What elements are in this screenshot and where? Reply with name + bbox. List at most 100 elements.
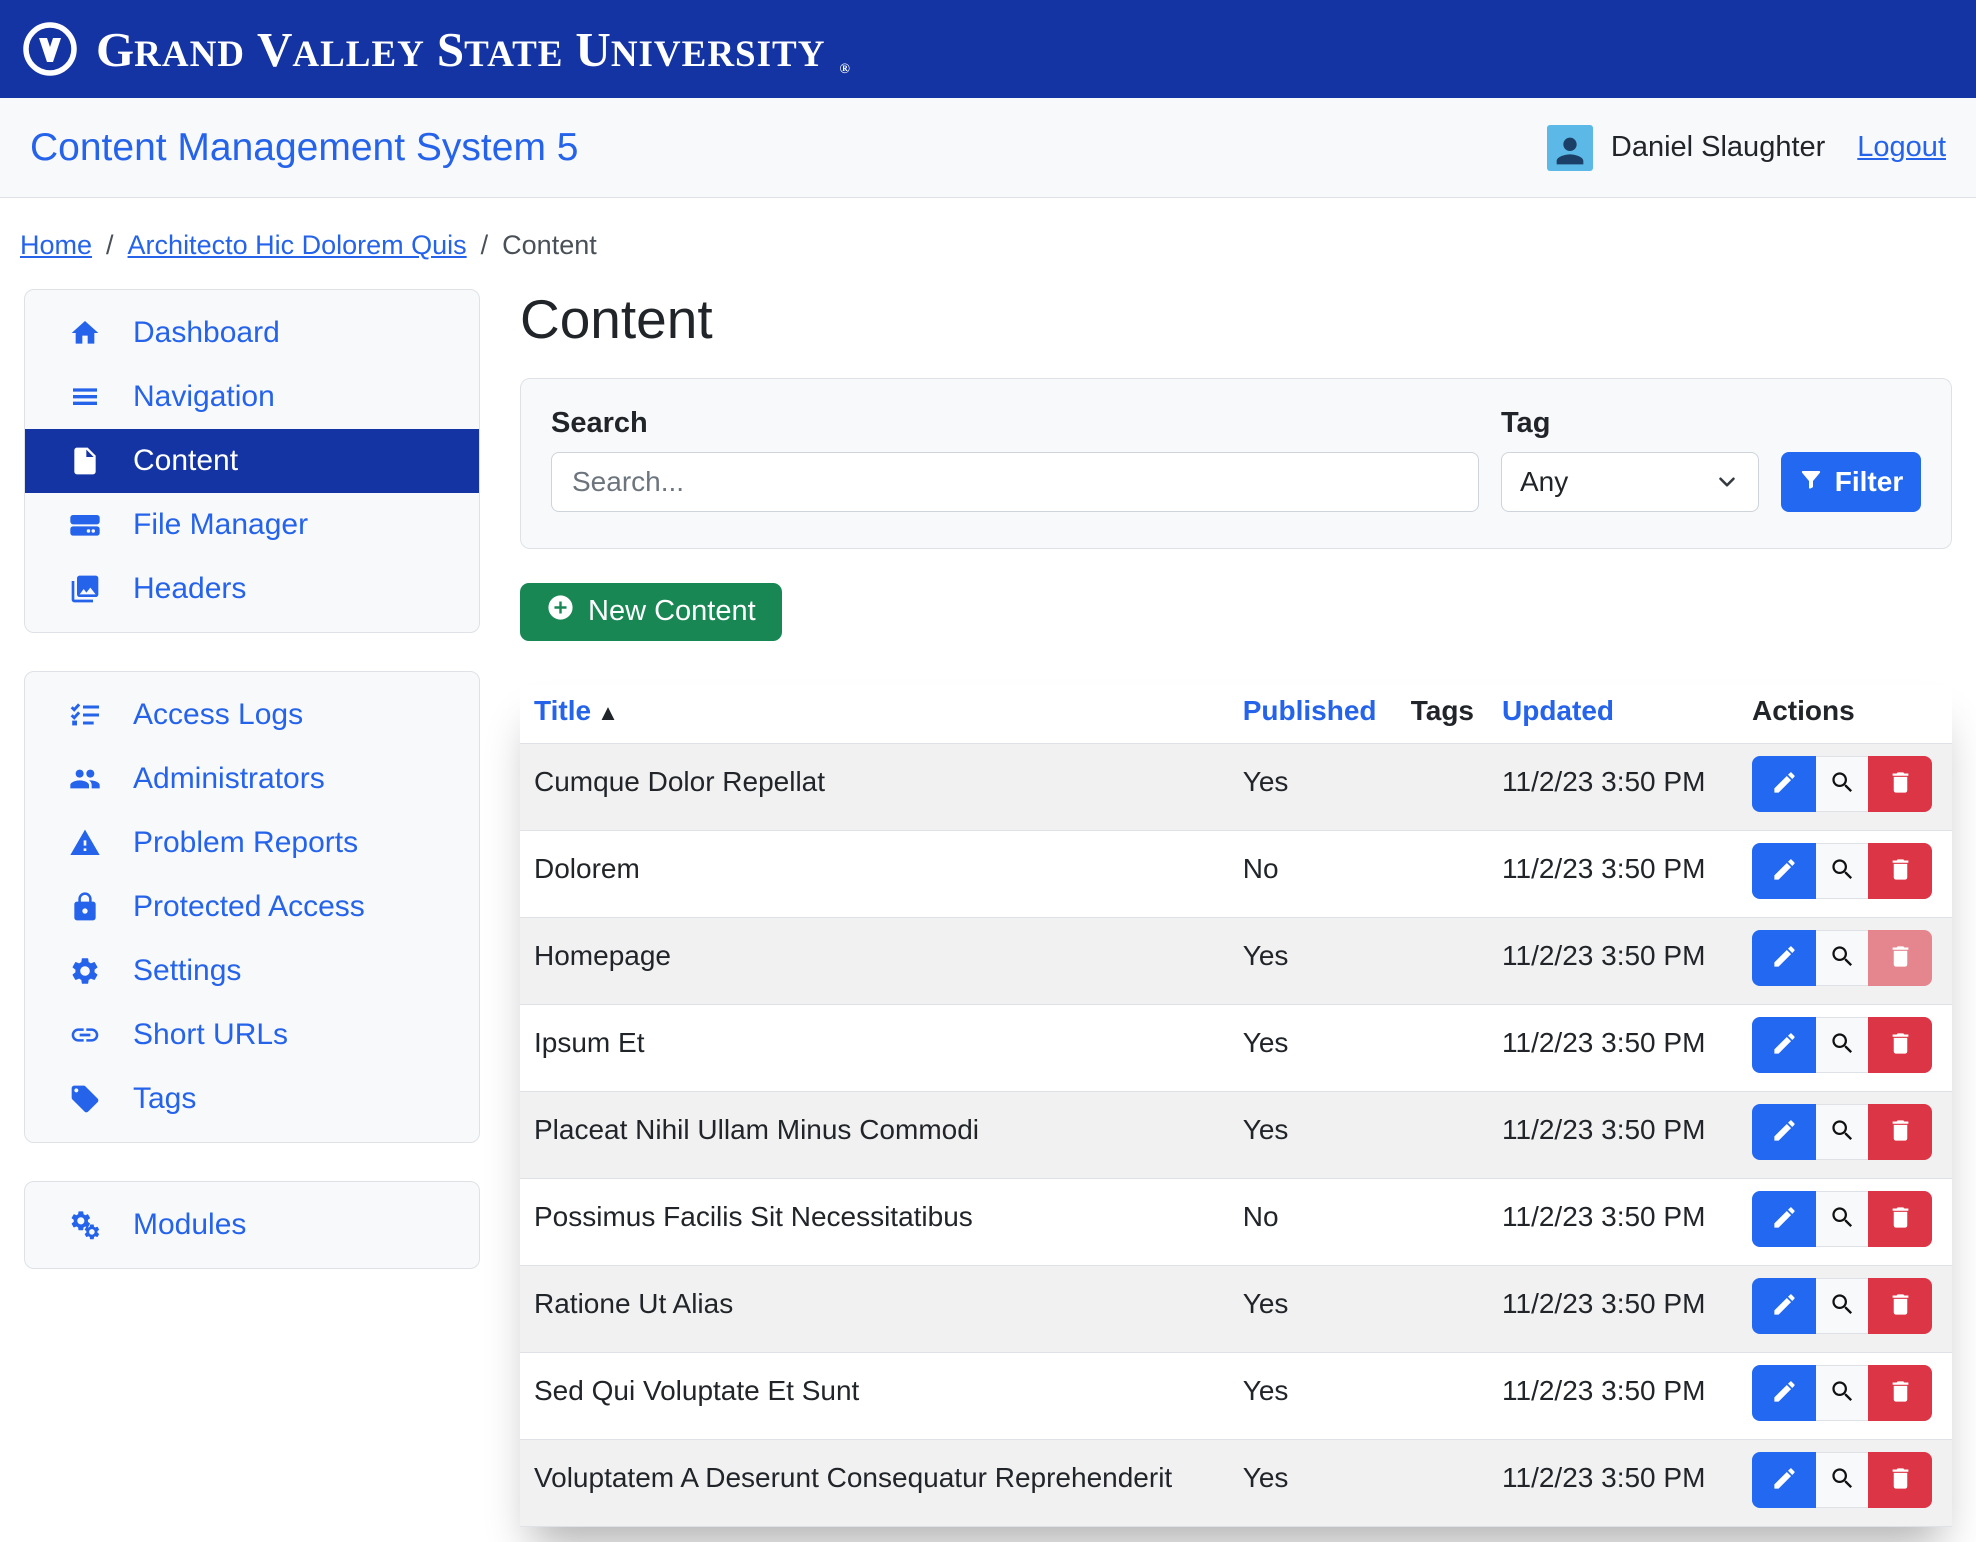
column-header-actions: Actions: [1752, 695, 1855, 726]
sidebar-item-dashboard[interactable]: Dashboard: [25, 301, 479, 365]
breadcrumb-current: Content: [502, 230, 597, 261]
row-actions: [1752, 1452, 1932, 1508]
delete-button[interactable]: [1868, 1452, 1932, 1508]
magnifier-icon: [1829, 856, 1856, 886]
view-button[interactable]: [1816, 843, 1868, 899]
sidebar-item-headers[interactable]: Headers: [25, 557, 479, 621]
column-header-updated[interactable]: Updated: [1502, 695, 1614, 726]
sidebar-item-administrators[interactable]: Administrators: [25, 747, 479, 811]
pencil-icon: [1771, 856, 1798, 886]
avatar: [1547, 125, 1593, 171]
logout-link[interactable]: Logout: [1857, 131, 1946, 164]
view-button[interactable]: [1816, 1191, 1868, 1247]
edit-button[interactable]: [1752, 1452, 1816, 1508]
edit-button[interactable]: [1752, 843, 1816, 899]
view-button[interactable]: [1816, 1452, 1868, 1508]
tag-select[interactable]: Any: [1501, 452, 1759, 512]
table-row: DoloremNo11/2/23 3:50 PM: [520, 830, 1952, 917]
sidebar-item-settings[interactable]: Settings: [25, 939, 479, 1003]
edit-button[interactable]: [1752, 1017, 1816, 1073]
file-icon: [69, 445, 105, 477]
edit-button[interactable]: [1752, 1104, 1816, 1160]
breadcrumb: Home/Architecto Hic Dolorem Quis/Content: [0, 198, 1976, 289]
table-body: Cumque Dolor RepellatYes11/2/23 3:50 PMD…: [520, 743, 1952, 1526]
app-title: Content Management System 5: [30, 126, 578, 170]
edit-button[interactable]: [1752, 1278, 1816, 1334]
edit-button[interactable]: [1752, 1365, 1816, 1421]
magnifier-icon: [1829, 769, 1856, 799]
sidebar-item-content[interactable]: Content: [25, 429, 479, 493]
edit-button[interactable]: [1752, 1191, 1816, 1247]
delete-button[interactable]: [1868, 1017, 1932, 1073]
delete-button[interactable]: [1868, 1191, 1932, 1247]
funnel-icon: [1799, 466, 1823, 498]
pencil-icon: [1771, 769, 1798, 799]
trash-icon: [1887, 1117, 1914, 1147]
row-title: Cumque Dolor Repellat: [520, 743, 1229, 830]
column-header-published[interactable]: Published: [1243, 695, 1377, 726]
row-actions: [1752, 1104, 1932, 1160]
gvsu-logo: GRANDVALLEYSTATEUNIVERSITY®: [20, 19, 850, 79]
row-actions: [1752, 1278, 1932, 1334]
breadcrumb-link-architecto-hic-dolorem-quis[interactable]: Architecto Hic Dolorem Quis: [128, 230, 467, 261]
view-button[interactable]: [1816, 1017, 1868, 1073]
sidebar-panel-2: Access LogsAdministratorsProblem Reports…: [24, 671, 480, 1143]
magnifier-icon: [1829, 1291, 1856, 1321]
trash-icon: [1887, 769, 1914, 799]
delete-button[interactable]: [1868, 1365, 1932, 1421]
row-updated: 11/2/23 3:50 PM: [1488, 917, 1738, 1004]
magnifier-icon: [1829, 943, 1856, 973]
breadcrumb-separator: /: [481, 230, 489, 261]
breadcrumb-link-home[interactable]: Home: [20, 230, 92, 261]
search-label: Search: [551, 407, 1479, 440]
row-title: Possimus Facilis Sit Necessitatibus: [520, 1178, 1229, 1265]
sidebar-item-tags[interactable]: Tags: [25, 1067, 479, 1131]
table-row: Possimus Facilis Sit NecessitatibusNo11/…: [520, 1178, 1952, 1265]
sidebar-item-problem-reports[interactable]: Problem Reports: [25, 811, 479, 875]
user-area: Daniel Slaughter Logout: [1547, 125, 1946, 171]
edit-button[interactable]: [1752, 930, 1816, 986]
sidebar-panel-1: DashboardNavigationContentFile ManagerHe…: [24, 289, 480, 633]
row-tags: [1397, 1352, 1488, 1439]
content-table: Title▲PublishedTagsUpdatedActions Cumque…: [520, 685, 1952, 1527]
edit-button[interactable]: [1752, 756, 1816, 812]
pencil-icon: [1771, 1291, 1798, 1321]
home-icon: [69, 317, 105, 349]
wordmark-segment: GRAND: [96, 21, 245, 78]
sidebar-item-short-urls[interactable]: Short URLs: [25, 1003, 479, 1067]
view-button[interactable]: [1816, 1104, 1868, 1160]
content-table-card: Title▲PublishedTagsUpdatedActions Cumque…: [520, 685, 1952, 1527]
trash-icon: [1887, 1465, 1914, 1495]
images-icon: [69, 573, 105, 605]
column-header-title[interactable]: Title: [534, 695, 591, 726]
trash-icon: [1887, 1204, 1914, 1234]
view-button[interactable]: [1816, 1278, 1868, 1334]
gvsu-circle-mark-icon: [20, 19, 80, 79]
sidebar-item-file-manager[interactable]: File Manager: [25, 493, 479, 557]
lock-icon: [69, 891, 105, 923]
new-content-label: New Content: [588, 595, 756, 628]
view-button[interactable]: [1816, 1365, 1868, 1421]
row-published: Yes: [1229, 917, 1397, 1004]
delete-button[interactable]: [1868, 756, 1932, 812]
table-row: Cumque Dolor RepellatYes11/2/23 3:50 PM: [520, 743, 1952, 830]
trash-icon: [1887, 943, 1914, 973]
search-input[interactable]: [551, 452, 1479, 512]
filter-button[interactable]: Filter: [1781, 452, 1921, 512]
hard-drive-icon: [69, 509, 105, 541]
row-updated: 11/2/23 3:50 PM: [1488, 1265, 1738, 1352]
delete-button[interactable]: [1868, 1104, 1932, 1160]
sidebar-item-navigation[interactable]: Navigation: [25, 365, 479, 429]
sidebar-item-access-logs[interactable]: Access Logs: [25, 683, 479, 747]
delete-button[interactable]: [1868, 1278, 1932, 1334]
row-published: Yes: [1229, 1439, 1397, 1526]
view-button[interactable]: [1816, 756, 1868, 812]
gear-icon: [69, 955, 105, 987]
delete-button[interactable]: [1868, 843, 1932, 899]
plus-circle-icon: [546, 593, 575, 630]
sidebar-item-protected-access[interactable]: Protected Access: [25, 875, 479, 939]
row-updated: 11/2/23 3:50 PM: [1488, 830, 1738, 917]
sidebar-item-modules[interactable]: Modules: [25, 1193, 479, 1257]
new-content-button[interactable]: New Content: [520, 583, 782, 641]
view-button[interactable]: [1816, 930, 1868, 986]
